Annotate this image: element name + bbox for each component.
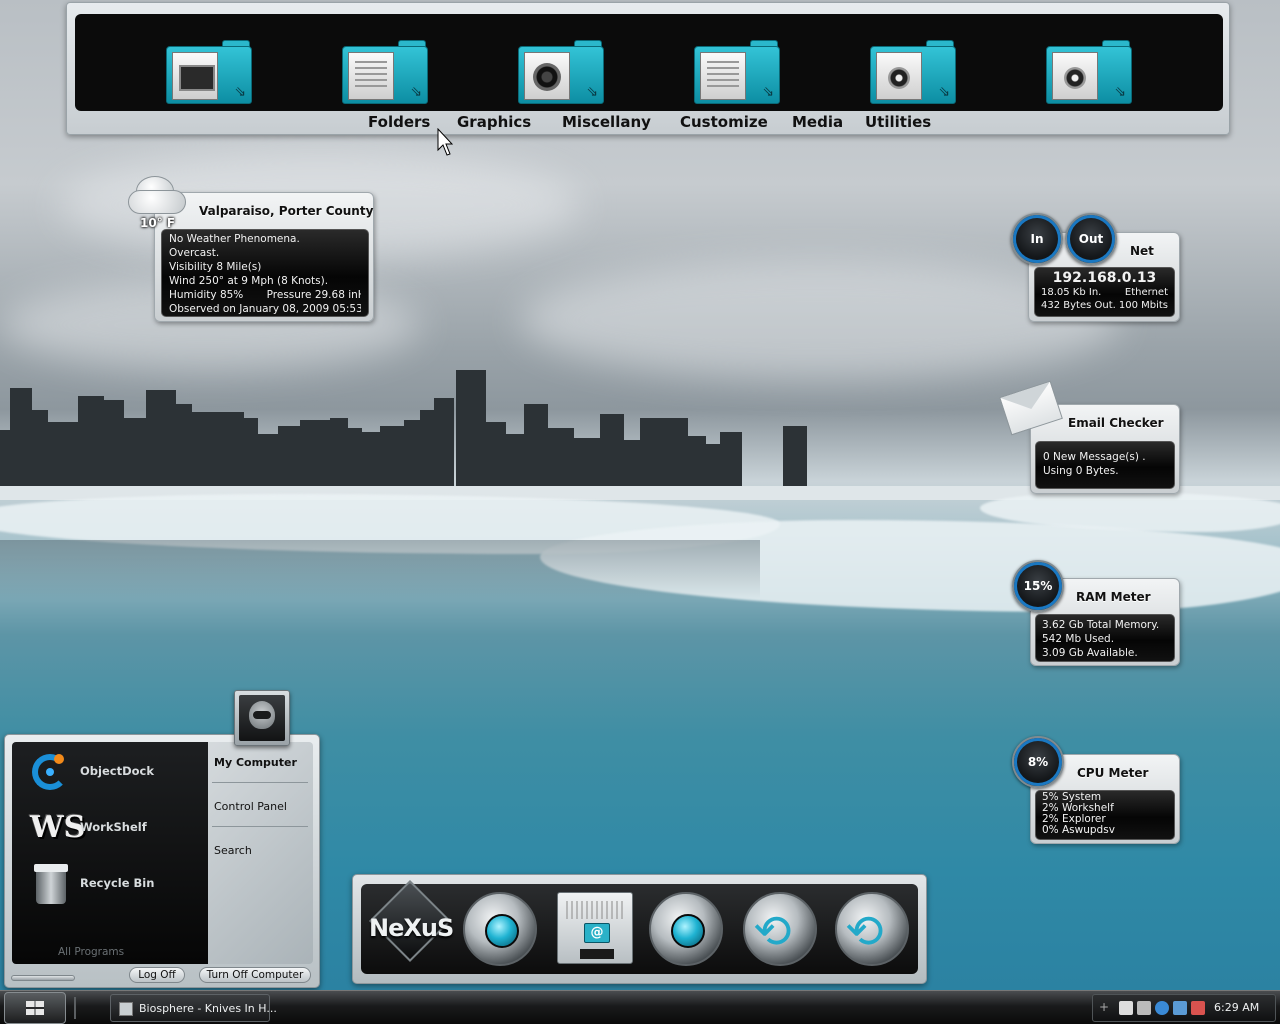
show-hidden-icons-icon[interactable]: + xyxy=(1099,1000,1109,1014)
program-recycle-bin[interactable]: Recycle Bin xyxy=(22,860,208,908)
nexus-logo-text: NeXuS xyxy=(369,914,454,942)
control-panel-link[interactable]: Control Panel xyxy=(214,800,287,813)
objectdock-icon xyxy=(28,750,74,794)
ram-percent: 15% xyxy=(1023,579,1053,593)
folder-camera-icon[interactable]: ⇘ xyxy=(1046,40,1132,106)
log-off-button[interactable]: Log Off xyxy=(129,967,185,983)
network-tray-icon[interactable] xyxy=(1155,1001,1169,1015)
weather-line: Overcast. xyxy=(169,247,220,259)
dock-label-utilities[interactable]: Utilities xyxy=(865,113,931,131)
email-screen: 0 New Message(s) . Using 0 Bytes. xyxy=(1035,441,1175,489)
ram-line: 542 Mb Used. xyxy=(1042,633,1115,645)
tray-app-icon[interactable] xyxy=(1191,1001,1205,1015)
user-avatar[interactable] xyxy=(234,690,290,746)
refresh-globe-icon[interactable]: ⟲ xyxy=(743,892,819,968)
taskbar-window-label: Biosphere - Knives In H... xyxy=(139,1002,277,1015)
refresh-globe-icon[interactable]: ⟲ xyxy=(835,892,911,968)
start-menu: ObjectDock WS WorkShelf Recycle Bin All … xyxy=(4,734,320,988)
folder-camera-icon[interactable]: ⇘ xyxy=(166,40,252,106)
start-menu-places: My Computer Control Panel Search xyxy=(208,742,313,964)
cpu-line: 2% Workshelf xyxy=(1042,803,1114,814)
ram-line: 3.09 Gb Available. xyxy=(1042,647,1138,659)
weather-screen: No Weather Phenomena. Overcast. Visibili… xyxy=(161,229,369,317)
email-title: Email Checker xyxy=(1068,416,1164,430)
mail-icon[interactable]: @ xyxy=(557,892,633,964)
cpu-line: 0% Aswupdsv xyxy=(1042,825,1115,836)
lone-tower xyxy=(783,426,807,492)
weather-line: Humidity 85% Pressure 29.68 inHg ( xyxy=(169,289,361,301)
window-icon xyxy=(119,1002,133,1016)
net-out-label: Out xyxy=(1078,232,1104,246)
weather-temperature: 10° F xyxy=(140,216,176,230)
workshelf-icon: WS xyxy=(30,810,86,845)
ram-percent-dial: 15% xyxy=(1012,560,1064,612)
turn-off-button[interactable]: Turn Off Computer xyxy=(199,967,311,983)
search-link[interactable]: Search xyxy=(214,844,252,857)
start-button[interactable] xyxy=(4,992,66,1024)
dock-label-folders[interactable]: Folders xyxy=(368,113,430,131)
folder-document-icon[interactable]: ⇘ xyxy=(342,40,428,106)
globe-icon[interactable] xyxy=(463,892,539,968)
program-workshelf[interactable]: WS WorkShelf xyxy=(22,804,208,852)
cpu-title: CPU Meter xyxy=(1077,766,1149,780)
weather-location: Valparaiso, Porter County xyxy=(199,204,374,218)
folder-speaker-icon[interactable]: ⇘ xyxy=(518,40,604,106)
cpu-line: 2% Explorer xyxy=(1042,814,1106,825)
dock-label-media[interactable]: Media xyxy=(792,113,843,131)
city-skyline xyxy=(0,370,742,490)
all-programs-link[interactable]: All Programs xyxy=(58,946,124,958)
folder-camera-icon[interactable]: ⇘ xyxy=(870,40,956,106)
dock-label-graphics[interactable]: Graphics xyxy=(457,113,531,131)
program-label: WorkShelf xyxy=(80,820,147,834)
taskbar: Biosphere - Knives In H... + 6:29 AM xyxy=(0,990,1280,1024)
email-line: Using 0 Bytes. xyxy=(1043,465,1119,477)
ip-address: 192.168.0.13 xyxy=(1052,270,1157,286)
cpu-line: 5% System xyxy=(1042,792,1102,803)
ram-title: RAM Meter xyxy=(1076,590,1151,604)
tray-app-icon[interactable] xyxy=(1173,1001,1187,1015)
windows-logo-icon xyxy=(26,1001,44,1015)
dock-label-miscellany[interactable]: Miscellany xyxy=(562,113,651,131)
weather-line: Visibility 8 Mile(s) xyxy=(169,261,262,273)
net-speed: 100 Mbits xyxy=(1118,300,1168,311)
my-computer-link[interactable]: My Computer xyxy=(214,756,297,769)
nexus-dock-shelf: NeXuS @ ⟲ ⟲ xyxy=(361,879,918,974)
program-label: Recycle Bin xyxy=(80,876,155,890)
net-screen: 192.168.0.13 18.05 Kb In. Ethernet 432 B… xyxy=(1034,267,1175,317)
folder-document-icon[interactable]: ⇘ xyxy=(694,40,780,106)
ram-screen: 3.62 Gb Total Memory. 542 Mb Used. 3.09 … xyxy=(1035,614,1175,662)
workshelf-tray-icon[interactable] xyxy=(1119,1001,1133,1015)
clock[interactable]: 6:29 AM xyxy=(1214,1001,1259,1014)
tray-app-icon[interactable] xyxy=(1137,1001,1151,1015)
taskbar-window-button[interactable]: Biosphere - Knives In H... xyxy=(110,994,277,1022)
nexus-dock: NeXuS @ ⟲ ⟲ xyxy=(352,874,927,984)
net-out-dial: Out xyxy=(1065,213,1117,265)
weather-line: No Weather Phenomena. xyxy=(169,233,300,245)
cpu-percent-dial: 8% xyxy=(1012,736,1064,788)
net-in-rate: 18.05 Kb In. xyxy=(1041,287,1102,298)
ram-line: 3.62 Gb Total Memory. xyxy=(1042,619,1160,631)
weather-line: Observed on January 08, 2009 05:53 xyxy=(169,303,361,315)
net-title: Net xyxy=(1130,244,1154,258)
weather-line: Wind 250° at 9 Mph (8 Knots). xyxy=(169,275,329,287)
net-in-dial: In xyxy=(1011,213,1063,265)
nexus-logo[interactable]: NeXuS xyxy=(368,879,454,968)
net-out-rate: 432 Bytes Out. xyxy=(1041,300,1116,311)
start-menu-programs: ObjectDock WS WorkShelf Recycle Bin All … xyxy=(12,742,208,964)
email-line: 0 New Message(s) . xyxy=(1043,451,1146,463)
cpu-screen: 5% System 2% Workshelf 2% Explorer 0% As… xyxy=(1035,790,1175,840)
globe-icon[interactable] xyxy=(649,892,725,968)
net-type: Ethernet xyxy=(1124,287,1168,298)
net-in-label: In xyxy=(1030,232,1044,246)
program-label: ObjectDock xyxy=(80,764,154,778)
cloud-icon xyxy=(128,172,190,220)
taskbar-separator xyxy=(74,997,76,1019)
program-objectdock[interactable]: ObjectDock xyxy=(22,748,208,796)
dock-label-customize[interactable]: Customize xyxy=(680,113,768,131)
cpu-percent: 8% xyxy=(1027,755,1049,769)
recycle-bin-icon xyxy=(28,862,74,906)
